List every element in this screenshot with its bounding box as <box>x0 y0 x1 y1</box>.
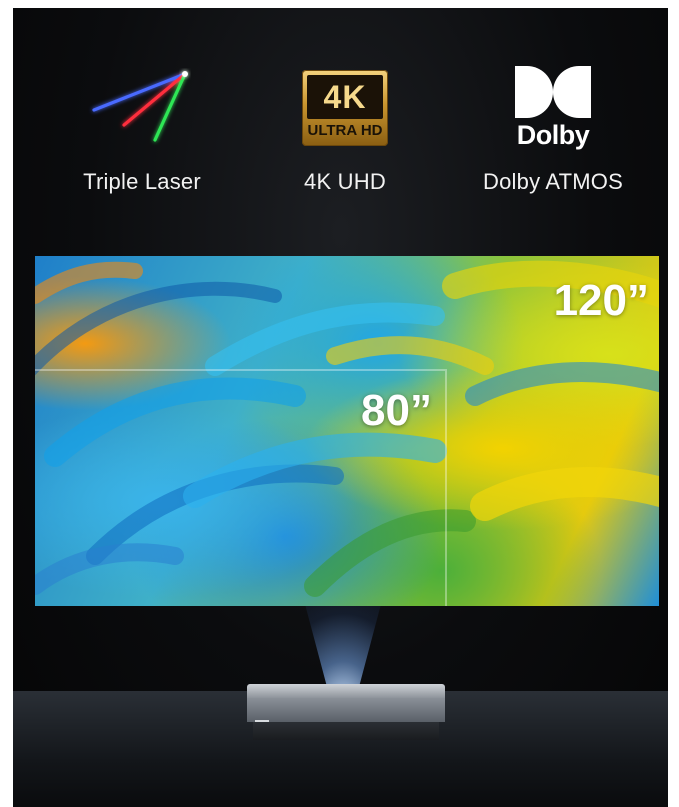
laser-projector <box>247 684 445 740</box>
screen-80-top-edge <box>35 369 445 371</box>
feature-label: Triple Laser <box>83 169 201 194</box>
feature-dolby-atmos: Dolby Dolby ATMOS <box>458 63 648 195</box>
4k-badge: 4K ULTRA HD <box>302 70 388 146</box>
screen-size-120-label: 120” <box>553 276 649 325</box>
dolby-logo-icon: Dolby <box>458 63 648 153</box>
feature-triple-laser: Triple Laser <box>47 63 237 195</box>
feature-label: Dolby ATMOS <box>483 169 623 194</box>
screen-80-right-edge <box>445 369 447 606</box>
projection-image: 120” 80” <box>35 256 659 606</box>
4k-ultra-hd-badge-icon: 4K ULTRA HD <box>250 63 440 153</box>
hero-panel: Triple Laser 4K ULTRA HD 4K UHD Dolby Do… <box>13 8 668 807</box>
laser-icon <box>47 63 237 153</box>
dolby-double-d-icon <box>515 65 591 118</box>
projector-front <box>247 698 445 723</box>
projector-base <box>253 722 439 740</box>
screen-size-80-label: 80” <box>361 386 432 435</box>
projector-top <box>247 684 445 698</box>
feature-4k-uhd: 4K ULTRA HD 4K UHD <box>250 63 440 195</box>
badge-main-text: 4K <box>323 78 367 115</box>
dolby-wordmark: Dolby <box>516 119 590 150</box>
feature-label: 4K UHD <box>304 169 386 194</box>
badge-sub-text: ULTRA HD <box>307 122 383 139</box>
